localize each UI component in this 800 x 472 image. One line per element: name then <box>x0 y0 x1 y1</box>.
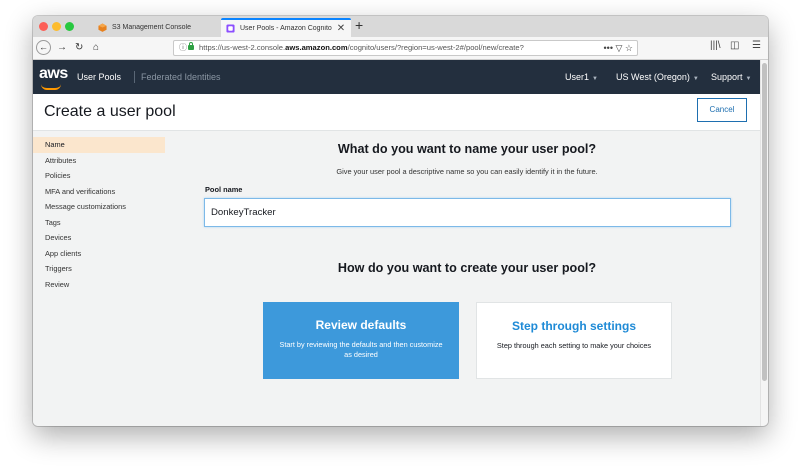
chevron-down-icon: ▼ <box>692 76 699 82</box>
step-through-settings-button[interactable]: Step through settings Step through each … <box>476 302 672 379</box>
nav-federated-identities[interactable]: Federated Identities <box>141 72 221 82</box>
support-label: Support <box>711 72 743 82</box>
user-menu[interactable]: User1 ▼ <box>565 72 598 82</box>
support-menu[interactable]: Support ▼ <box>711 72 751 82</box>
option-title: Step through settings <box>512 319 636 333</box>
sidebar-item-attributes[interactable]: Attributes <box>33 153 165 169</box>
address-actions: ••• ▽ ☆ <box>599 41 633 55</box>
maximize-window-icon[interactable] <box>65 22 74 31</box>
sidebar-item-review[interactable]: Review <box>33 277 165 293</box>
sidebar-item-devices[interactable]: Devices <box>33 230 165 246</box>
info-icon[interactable]: ⓘ <box>179 41 187 55</box>
wizard-steps-sidebar: Name Attributes Policies MFA and verific… <box>33 137 165 292</box>
option-description: Start by reviewing the defaults and then… <box>279 340 443 359</box>
page-header: Create a user pool Cancel <box>33 94 760 131</box>
page-title: Create a user pool <box>44 103 176 120</box>
sidebar-item-messages[interactable]: Message customizations <box>33 199 165 215</box>
cancel-button[interactable]: Cancel <box>697 98 747 122</box>
page-scrollbar[interactable] <box>760 60 768 426</box>
sidebar-item-mfa[interactable]: MFA and verifications <box>33 184 165 200</box>
create-heading: How do you want to create your user pool… <box>337 261 597 275</box>
review-defaults-button[interactable]: Review defaults Start by reviewing the d… <box>263 302 459 379</box>
home-icon[interactable]: ⌂ <box>93 41 99 55</box>
tab-title: S3 Management Console <box>112 24 191 31</box>
region-menu[interactable]: US West (Oregon) ▼ <box>616 72 699 82</box>
main-content: Name Attributes Policies MFA and verific… <box>33 131 760 426</box>
sidebar-item-policies[interactable]: Policies <box>33 168 165 184</box>
scrollbar-thumb[interactable] <box>762 63 767 381</box>
bookmark-star-icon[interactable]: ☆ <box>625 43 633 53</box>
tab-title: User Pools - Amazon Cognito <box>240 25 332 32</box>
minimize-window-icon[interactable] <box>52 22 61 31</box>
sidebar-icon[interactable]: ◫ <box>730 40 739 51</box>
url-text: https://us-west-2.console.aws.amazon.com… <box>199 43 524 52</box>
url-toolbar: ← → ↻ ⌂ ⓘ https://us-west-2.console.aws.… <box>33 37 768 60</box>
sidebar-item-triggers[interactable]: Triggers <box>33 261 165 277</box>
option-title: Review defaults <box>315 318 407 332</box>
aws-smile-icon <box>41 84 61 90</box>
reload-icon[interactable]: ↻ <box>75 41 83 55</box>
forward-button[interactable]: → <box>57 41 67 55</box>
aws-cube-icon <box>98 23 107 32</box>
tab-cognito[interactable]: User Pools - Amazon Cognito ✕ <box>221 18 351 37</box>
aws-logo[interactable]: aws <box>39 65 68 83</box>
back-button[interactable]: ← <box>36 40 51 55</box>
chevron-down-icon: ▼ <box>745 76 752 82</box>
new-tab-button[interactable]: + <box>355 17 363 33</box>
library-icon[interactable]: |||\ <box>710 40 721 51</box>
browser-window: S3 Management Console ✕ User Pools - Ama… <box>33 16 768 426</box>
region-name: US West (Oregon) <box>616 72 690 82</box>
pool-name-input[interactable]: DonkeyTracker <box>204 198 731 227</box>
pool-name-label: Pool name <box>205 185 243 194</box>
page-actions-icon[interactable]: ••• <box>604 43 613 53</box>
cognito-icon <box>226 24 235 33</box>
nav-divider <box>134 71 135 83</box>
option-description: Step through each setting to make your c… <box>496 341 652 350</box>
tab-bar: S3 Management Console ✕ User Pools - Ama… <box>33 16 768 37</box>
address-bar[interactable]: ⓘ https://us-west-2.console.aws.amazon.c… <box>173 40 638 56</box>
sidebar-item-tags[interactable]: Tags <box>33 215 165 231</box>
sidebar-item-app-clients[interactable]: App clients <box>33 246 165 262</box>
close-tab-icon[interactable]: ✕ <box>336 23 346 34</box>
nav-user-pools[interactable]: User Pools <box>77 72 121 82</box>
name-subtext: Give your user pool a descriptive name s… <box>336 167 598 176</box>
menu-icon[interactable]: ☰ <box>752 40 761 51</box>
lock-icon <box>188 42 194 50</box>
close-window-icon[interactable] <box>39 22 48 31</box>
chevron-down-icon: ▼ <box>592 76 598 82</box>
sidebar-item-name[interactable]: Name <box>33 137 165 153</box>
name-heading: What do you want to name your user pool? <box>337 142 597 156</box>
user-name: User1 <box>565 72 590 82</box>
pocket-icon[interactable]: ▽ <box>615 43 622 53</box>
aws-header: aws User Pools Federated Identities User… <box>33 60 760 94</box>
